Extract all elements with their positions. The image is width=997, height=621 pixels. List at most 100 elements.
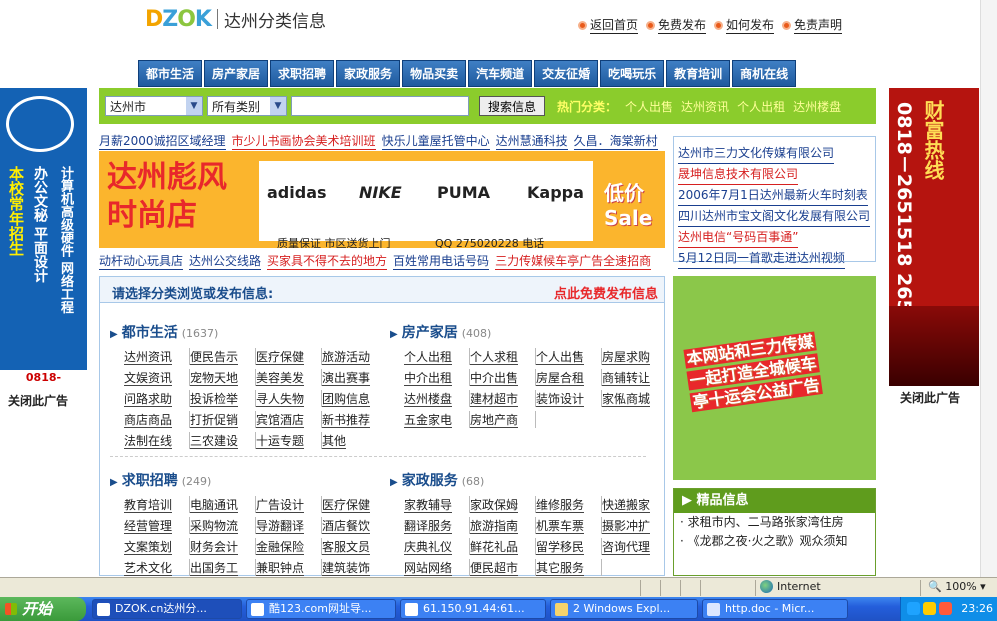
nav-tab-business[interactable]: 商机在线 <box>732 60 797 87</box>
nav-tab-real-estate[interactable]: 房产家居 <box>204 60 269 87</box>
subcategory-link[interactable]: 演出赛事 <box>322 371 371 386</box>
qq-icon[interactable] <box>923 602 936 615</box>
subcategory-link[interactable]: 中介出租 <box>404 371 453 386</box>
subcategory-link[interactable]: 旅游活动 <box>322 350 371 365</box>
category-select[interactable]: 所有类别 ▼ <box>207 96 287 116</box>
subcategory-link[interactable]: 美容美发 <box>256 371 305 386</box>
subcategory-link[interactable]: 出国务工 <box>190 561 239 576</box>
subcategory-link[interactable]: 宾馆酒店 <box>256 413 305 428</box>
subcategory-link[interactable]: 采购物流 <box>190 519 239 534</box>
premium-item[interactable]: · 求租市内、二马路张家湾住房 <box>674 513 875 532</box>
promo-link[interactable]: 市少儿书画协会美术培训班 <box>231 132 376 150</box>
promo-link[interactable]: 达州慧通科技 <box>495 132 568 150</box>
subcategory-link[interactable]: 个人出售 <box>536 350 585 365</box>
subcategory-link[interactable]: 其他 <box>322 434 347 449</box>
featured-link[interactable]: 2006年7月1日达州最新火车时刻表 <box>678 185 868 206</box>
subcategory-link[interactable]: 便民超市 <box>470 561 519 576</box>
promo-link[interactable]: 达州公交线路 <box>189 252 262 270</box>
security-icon[interactable] <box>939 602 952 615</box>
close-left-ad-button[interactable]: 关闭此广告 <box>8 392 68 409</box>
search-button[interactable]: 搜索信息 <box>479 96 546 116</box>
subcategory-link[interactable]: 快递搬家 <box>602 498 651 513</box>
featured-link[interactable]: 四川达州市宝文阁文化发展有限公司 <box>678 206 871 227</box>
fashion-store-banner[interactable]: 达州彪风时尚店 adidas NIKE PUMA Kappa 质量保证 市区送货… <box>99 151 665 248</box>
subcategory-link[interactable]: 教育培训 <box>124 498 173 513</box>
subcategory-link[interactable]: 旅游指南 <box>470 519 519 534</box>
nav-tab-entertainment[interactable]: 吃喝玩乐 <box>600 60 665 87</box>
subcategory-link[interactable]: 团购信息 <box>322 392 371 407</box>
nav-tab-cars[interactable]: 汽车频道 <box>468 60 533 87</box>
subcategory-link[interactable]: 留学移民 <box>536 540 585 555</box>
city-select[interactable]: 达州市 ▼ <box>105 96 203 116</box>
featured-link[interactable]: 5月12日同一首歌走进达州视频 <box>678 248 845 269</box>
nav-tab-urban-life[interactable]: 都市生活 <box>138 60 203 87</box>
bluetooth-icon[interactable] <box>907 602 920 615</box>
subcategory-link[interactable]: 寻人失物 <box>256 392 305 407</box>
subcategory-link[interactable]: 广告设计 <box>256 498 305 513</box>
nav-tab-buy-sell[interactable]: 物品买卖 <box>402 60 467 87</box>
subcategory-link[interactable]: 咨询代理 <box>602 540 651 555</box>
subcategory-link[interactable]: 五金家电 <box>404 413 453 428</box>
vertical-scrollbar[interactable] <box>980 0 997 577</box>
subcategory-link[interactable]: 个人求租 <box>470 350 519 365</box>
category-name[interactable]: 房产家居 <box>402 322 458 342</box>
subcategory-link[interactable]: 医疗保健 <box>256 350 305 365</box>
free-publish-button[interactable]: 点此免费发布信息 <box>554 283 658 302</box>
hot-link-estates[interactable]: 达州楼盘 <box>793 98 841 115</box>
hot-link-personal-sale[interactable]: 个人出售 <box>625 98 673 115</box>
subcategory-link[interactable]: 兼职钟点 <box>256 561 305 576</box>
nav-tab-education[interactable]: 教育培训 <box>666 60 731 87</box>
left-side-ad[interactable]: 本校常年招生 办公文秘 平面设计 计算机高级硬件 网络工程 0818-81544… <box>0 88 87 386</box>
nav-tab-dating[interactable]: 交友征婚 <box>534 60 599 87</box>
promo-link[interactable]: 三力传媒候车亭广告全速招商 <box>495 252 652 270</box>
premium-item[interactable]: · 《龙郡之夜·火之歌》观众须知 <box>674 532 875 551</box>
subcategory-link[interactable]: 商店商品 <box>124 413 173 428</box>
subcategory-link[interactable]: 家教辅导 <box>404 498 453 513</box>
how-to-publish-link[interactable]: 如何发布 <box>714 16 775 34</box>
subcategory-link[interactable]: 家俬商城 <box>602 392 651 407</box>
category-name[interactable]: 求职招聘 <box>122 470 178 490</box>
subcategory-link[interactable]: 打折促销 <box>190 413 239 428</box>
subcategory-link[interactable]: 房地产商 <box>470 413 519 428</box>
subcategory-link[interactable]: 医疗保健 <box>322 498 371 513</box>
taskbar-item[interactable]: 61.150.91.44:61... <box>400 599 546 619</box>
subcategory-link[interactable]: 新书推荐 <box>322 413 371 428</box>
subcategory-link[interactable]: 便民告示 <box>190 350 239 365</box>
subcategory-link[interactable]: 宠物天地 <box>190 371 239 386</box>
subcategory-link[interactable]: 网站网络 <box>404 561 453 576</box>
hot-link-news[interactable]: 达州资讯 <box>681 98 729 115</box>
subcategory-link[interactable]: 房屋合租 <box>536 371 585 386</box>
subcategory-link[interactable]: 个人出租 <box>404 350 453 365</box>
category-name[interactable]: 都市生活 <box>122 322 178 342</box>
disclaimer-link[interactable]: 免责声明 <box>782 16 843 34</box>
nav-tab-jobs[interactable]: 求职招聘 <box>270 60 335 87</box>
subcategory-link[interactable]: 鲜花礼品 <box>470 540 519 555</box>
subcategory-link[interactable]: 文娱资讯 <box>124 371 173 386</box>
subcategory-link[interactable]: 中介出售 <box>470 371 519 386</box>
subcategory-link[interactable]: 装饰设计 <box>536 392 585 407</box>
subcategory-link[interactable]: 投诉检举 <box>190 392 239 407</box>
subcategory-link[interactable]: 建筑装饰 <box>322 561 371 576</box>
public-welfare-ad[interactable]: 本网站和三力传媒 一起打造全城候车 亭十运会公益广告 <box>673 276 876 480</box>
chevron-down-icon[interactable]: ▼ <box>186 97 202 115</box>
taskbar-item[interactable]: http.doc - Micr... <box>702 599 848 619</box>
search-input[interactable] <box>291 96 469 116</box>
promo-link[interactable]: 快乐儿童屋托管中心 <box>381 132 490 150</box>
subcategory-link[interactable]: 建材超市 <box>470 392 519 407</box>
zoom-control[interactable]: 🔍 100% ▾ <box>928 580 986 593</box>
site-logo[interactable]: DZOK 达州分类信息 <box>145 4 355 34</box>
subcategory-link[interactable]: 十运专题 <box>256 434 305 449</box>
start-button[interactable]: 开始 <box>0 597 86 621</box>
featured-link[interactable]: 晟坤信息技术有限公司 <box>678 164 799 185</box>
home-link[interactable]: 返回首页 <box>578 16 639 34</box>
promo-link[interactable]: 动杆动心玩具店 <box>99 252 184 270</box>
subcategory-link[interactable]: 文案策划 <box>124 540 173 555</box>
subcategory-link[interactable]: 财务会计 <box>190 540 239 555</box>
free-publish-link[interactable]: 免费发布 <box>646 16 707 34</box>
featured-link[interactable]: 达州电信“号码百事通” <box>678 227 799 248</box>
right-side-ad[interactable]: 0818－2651518 2655336 财富热线 <box>889 88 979 386</box>
taskbar-item[interactable]: 酷123.com网址导... <box>246 599 396 619</box>
promo-link[interactable]: 百姓常用电话号码 <box>393 252 490 270</box>
nav-tab-home-services[interactable]: 家政服务 <box>336 60 401 87</box>
subcategory-link[interactable]: 达州资讯 <box>124 350 173 365</box>
